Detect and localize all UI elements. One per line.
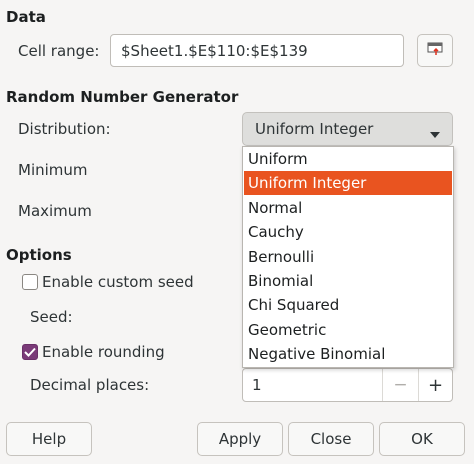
- cell-range-label: Cell range:: [18, 42, 100, 60]
- options-heading: Options: [6, 246, 72, 264]
- enable-rounding-label: Enable rounding: [42, 343, 165, 361]
- decrement-button[interactable]: −: [383, 369, 418, 401]
- increment-button[interactable]: +: [419, 369, 452, 401]
- rng-heading: Random Number Generator: [6, 88, 239, 106]
- maximum-label: Maximum: [18, 202, 92, 220]
- enable-rounding-checkbox[interactable]: Enable rounding: [22, 343, 165, 361]
- custom-seed-checkbox-box[interactable]: [22, 274, 38, 290]
- distribution-popup-list: Uniform Uniform Integer Normal Cauchy Be…: [242, 146, 454, 368]
- cell-range-input[interactable]: $Sheet1.$E$110:$E$139: [110, 34, 404, 67]
- decimal-places-value: 1: [252, 376, 262, 394]
- enable-custom-seed-checkbox[interactable]: Enable custom seed: [22, 273, 194, 291]
- distribution-option-normal[interactable]: Normal: [244, 196, 452, 220]
- decimal-places-spinbox[interactable]: 1 − +: [242, 368, 453, 402]
- distribution-option-uniform-integer[interactable]: Uniform Integer: [244, 171, 452, 195]
- plus-icon: +: [427, 374, 444, 396]
- distribution-option-bernoulli[interactable]: Bernoulli: [244, 245, 452, 269]
- distribution-option-uniform[interactable]: Uniform: [244, 147, 452, 171]
- decimal-places-label: Decimal places:: [30, 376, 150, 394]
- enable-custom-seed-label: Enable custom seed: [42, 273, 194, 291]
- data-heading: Data: [6, 8, 46, 26]
- distribution-option-geometric[interactable]: Geometric: [244, 318, 452, 342]
- rounding-checkbox-box[interactable]: [22, 344, 38, 360]
- distribution-label: Distribution:: [18, 120, 111, 138]
- apply-button[interactable]: Apply: [197, 422, 283, 456]
- chevron-down-icon: [430, 125, 440, 143]
- distribution-dropdown[interactable]: Uniform Integer: [242, 112, 453, 146]
- distribution-option-cauchy[interactable]: Cauchy: [244, 220, 452, 244]
- help-button[interactable]: Help: [6, 422, 92, 456]
- minimum-label: Minimum: [18, 161, 88, 179]
- minus-icon: −: [393, 375, 408, 395]
- shrink-dialog-button[interactable]: [417, 34, 453, 67]
- checkmark-icon: [24, 347, 36, 357]
- distribution-selected-value: Uniform Integer: [255, 120, 374, 138]
- shrink-dialog-icon: [427, 42, 443, 60]
- seed-label: Seed:: [30, 308, 73, 326]
- cell-range-value: $Sheet1.$E$110:$E$139: [121, 42, 308, 60]
- distribution-option-negative-binomial[interactable]: Negative Binomial: [244, 342, 452, 366]
- ok-button[interactable]: OK: [379, 422, 465, 456]
- close-button[interactable]: Close: [288, 422, 374, 456]
- distribution-option-binomial[interactable]: Binomial: [244, 269, 452, 293]
- distribution-option-chi-squared[interactable]: Chi Squared: [244, 293, 452, 317]
